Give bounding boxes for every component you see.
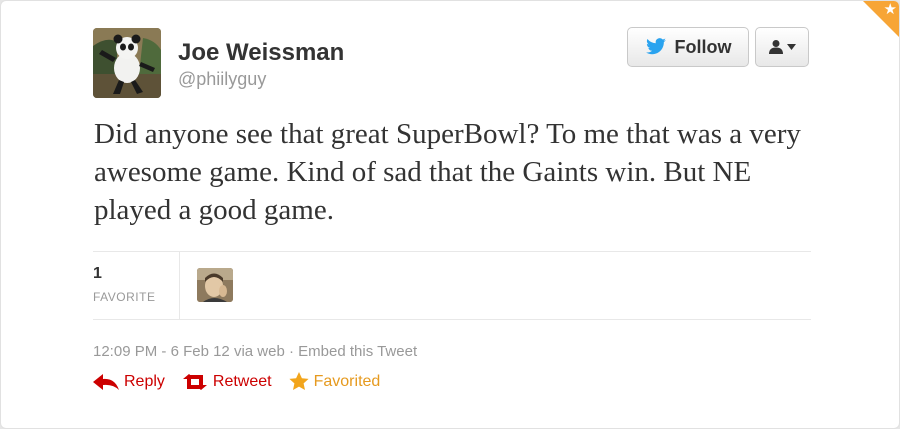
tweet-metadata: 12:09 PM - 6 Feb 12 via web · Embed this… bbox=[93, 343, 417, 360]
retweet-button[interactable]: Retweet bbox=[182, 373, 272, 391]
user-actions-dropdown[interactable] bbox=[755, 27, 809, 67]
tweet-date: 6 Feb 12 bbox=[170, 343, 230, 360]
dot-separator: · bbox=[284, 343, 299, 360]
user-icon bbox=[769, 40, 783, 54]
divider bbox=[93, 251, 811, 252]
retweet-icon bbox=[182, 373, 207, 390]
favorites-count[interactable]: 1 bbox=[93, 265, 102, 283]
favoriter-avatar[interactable] bbox=[197, 268, 233, 302]
retweet-label: Retweet bbox=[212, 372, 272, 390]
tweet-source: via web bbox=[229, 343, 285, 360]
tweet-card: ★ Joe Weissman @phiilyguy Follow Did any… bbox=[0, 0, 900, 429]
reply-button[interactable]: Reply bbox=[93, 373, 165, 391]
author-name[interactable]: Joe Weissman bbox=[178, 39, 344, 67]
follow-button[interactable]: Follow bbox=[627, 27, 749, 67]
twitter-bird-icon bbox=[645, 38, 666, 55]
embed-tweet-link[interactable]: Embed this Tweet bbox=[298, 343, 417, 360]
star-icon bbox=[289, 372, 309, 390]
caret-down-icon bbox=[787, 44, 796, 50]
stats-separator bbox=[179, 252, 180, 319]
tweet-text: Did anyone see that great SuperBowl? To … bbox=[94, 118, 801, 226]
reply-label: Reply bbox=[124, 372, 165, 390]
star-corner-icon: ★ bbox=[883, 1, 897, 18]
reply-arrow-icon bbox=[93, 373, 119, 390]
author-avatar[interactable] bbox=[93, 28, 161, 98]
author-handle[interactable]: @phiilyguy bbox=[178, 69, 266, 90]
divider bbox=[93, 319, 811, 320]
tweet-timestamp-link[interactable]: 12:09 PM - 6 Feb 12 bbox=[93, 343, 230, 360]
date-separator: - bbox=[157, 343, 171, 360]
follow-button-label: Follow bbox=[674, 36, 732, 57]
favorited-label: Favorited bbox=[313, 372, 381, 390]
favorites-label[interactable]: FAVORITE bbox=[93, 290, 155, 304]
favorite-button[interactable]: Favorited bbox=[289, 372, 381, 391]
tweet-time: 12:09 PM bbox=[93, 343, 158, 360]
tweet-actions: Reply Retweet Favorited bbox=[93, 372, 397, 391]
